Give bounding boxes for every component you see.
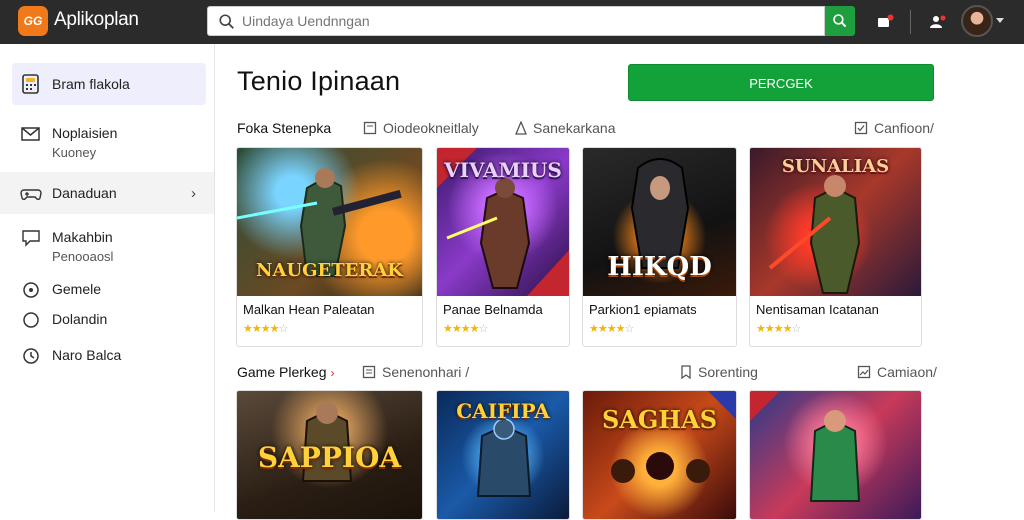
game-logo-text: CAIFIPA xyxy=(456,399,550,423)
game-thumbnail: VIVAMIUS xyxy=(437,148,569,296)
circle-icon xyxy=(23,312,39,328)
sidebar-item-label: Naro Balca xyxy=(52,347,122,363)
filter-option[interactable]: Sorenting xyxy=(680,364,758,380)
user-add-icon[interactable] xyxy=(926,11,948,33)
sidebar-item-danaduan[interactable]: Danaduan › xyxy=(0,172,214,214)
document-icon xyxy=(363,121,377,135)
game-logo-text: NAUGETERAK xyxy=(256,260,403,281)
game-thumbnail xyxy=(750,391,921,519)
game-card[interactable]: SAPPIOA xyxy=(236,390,423,520)
game-thumbnail: SAGHAS xyxy=(583,391,736,519)
game-thumbnail: CAIFIPA xyxy=(437,391,569,519)
search-box xyxy=(207,6,825,36)
clock-icon xyxy=(23,348,39,364)
primary-action-button[interactable]: PERCGEK xyxy=(628,64,934,101)
app-logo[interactable]: GG xyxy=(18,6,48,36)
star-rating: ★★★★☆ xyxy=(589,323,634,335)
game-card[interactable]: SAGHAS xyxy=(582,390,737,520)
game-title: Malkan Hean Paleatan xyxy=(243,302,375,317)
sidebar-item-naro-balca[interactable]: Naro Balca xyxy=(12,345,206,367)
sidebar-item-bram-flakola[interactable]: Bram flakola xyxy=(12,63,206,105)
game-logo-text: SUNALIAS xyxy=(781,156,890,177)
sidebar-item-label: Makahbin xyxy=(52,229,113,245)
avatar[interactable] xyxy=(961,5,993,37)
search-input[interactable] xyxy=(242,9,812,33)
warrior-woman-illustration xyxy=(750,391,861,502)
game-title: Nentisaman Icatanan xyxy=(756,302,879,317)
filter-option[interactable]: Oiodeokneitlaly xyxy=(363,120,479,136)
game-card[interactable]: VIVAMIUS Panae Belnamda ★★★★☆ xyxy=(436,147,570,347)
section-header: Foka Stenepka Oiodeokneitlaly Sanekarkan… xyxy=(237,120,937,140)
game-card[interactable] xyxy=(749,390,922,520)
app-name[interactable]: Aplikoplan xyxy=(54,9,139,31)
search-icon xyxy=(219,14,234,29)
gamepad-icon xyxy=(20,189,42,201)
search-icon xyxy=(833,14,847,28)
sidebar: Bram flakola Noplaisien Kuoney Danaduan … xyxy=(0,44,215,512)
section-title: Foka Stenepka xyxy=(237,120,332,136)
sidebar-item-label: Noplaisien xyxy=(52,125,118,141)
game-thumbnail: SUNALIAS xyxy=(750,148,921,296)
search-button[interactable] xyxy=(825,6,855,36)
game-logo-text: SAPPIOA xyxy=(257,441,402,474)
top-bar: GG Aplikoplan xyxy=(0,0,1024,44)
image-icon xyxy=(857,365,871,379)
toolbar-divider xyxy=(910,10,911,34)
game-card[interactable]: NAUGETERAK Malkan Hean Paleatan ★★★★☆ xyxy=(236,147,423,347)
section-header: Game Plerkeg › Senenonhari / Sorenting Ca… xyxy=(237,364,937,384)
calculator-icon xyxy=(22,74,39,94)
game-thumbnail: SAPPIOA xyxy=(237,391,422,519)
game-card[interactable]: HIKQD Parkion1 epiamats ★★★★☆ xyxy=(582,147,737,347)
sidebar-item-noplaisien[interactable]: Noplaisien Kuoney xyxy=(12,123,206,163)
game-card[interactable]: CAIFIPA xyxy=(436,390,570,520)
game-card[interactable]: SUNALIAS Nentisaman Icatanan ★★★★☆ xyxy=(749,147,922,347)
chat-icon xyxy=(22,230,40,247)
filter-option[interactable]: Senenonhari / xyxy=(362,364,469,380)
game-logo-text: VIVAMIUS xyxy=(444,158,562,182)
game-title: Panae Belnamda xyxy=(443,302,543,317)
game-thumbnail: HIKQD xyxy=(583,148,736,296)
page-title: Tenio Ipinaan xyxy=(237,66,401,96)
star-rating: ★★★★☆ xyxy=(756,323,801,335)
sidebar-item-sublabel: Kuoney xyxy=(52,145,97,160)
filter-option[interactable]: Sanekarkana xyxy=(515,120,616,136)
notification-icon[interactable] xyxy=(874,11,896,33)
filter-option[interactable]: Canfioon/ xyxy=(854,120,934,136)
person-icon xyxy=(515,121,527,135)
chevron-right-icon: › xyxy=(191,185,196,202)
filter-option[interactable]: Camiaon/ xyxy=(857,364,937,380)
sidebar-item-dolandin[interactable]: Dolandin xyxy=(12,309,206,331)
chevron-right-icon: › xyxy=(330,366,335,380)
game-logo-text: SAGHAS xyxy=(601,405,718,434)
star-rating: ★★★★☆ xyxy=(243,323,288,335)
game-logo-text: HIKQD xyxy=(607,252,712,282)
sidebar-item-makahbin[interactable]: Makahbin Penooaosl xyxy=(12,227,206,267)
game-thumbnail: NAUGETERAK xyxy=(237,148,422,296)
bookmark-icon xyxy=(681,365,691,379)
sidebar-item-sublabel: Penooaosl xyxy=(52,249,114,264)
sidebar-item-label: Dolandin xyxy=(52,311,108,327)
mail-icon xyxy=(21,127,40,141)
section-title[interactable]: Game Plerkeg › xyxy=(237,364,334,380)
sidebar-item-label: Danaduan xyxy=(52,185,117,201)
sidebar-item-gemele[interactable]: Gemele xyxy=(12,279,206,301)
game-title: Parkion1 epiamats xyxy=(589,302,697,317)
sidebar-item-label: Gemele xyxy=(52,281,102,297)
sidebar-item-label: Bram flakola xyxy=(52,76,130,92)
circle-icon xyxy=(23,282,39,298)
star-rating: ★★★★☆ xyxy=(443,323,488,335)
checkbox-icon xyxy=(854,121,868,135)
document-icon xyxy=(362,365,376,379)
chevron-down-icon[interactable] xyxy=(996,18,1004,23)
